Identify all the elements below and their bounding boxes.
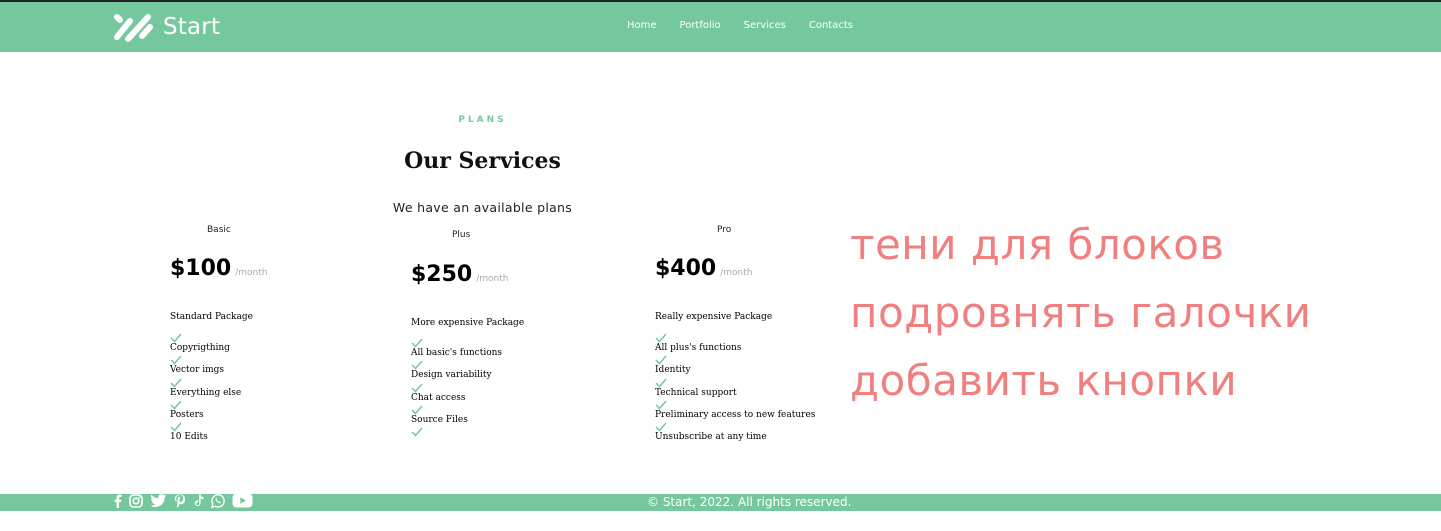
nav-services[interactable]: Services bbox=[744, 20, 786, 31]
plan-price: $100 /month bbox=[170, 256, 267, 281]
section-title: Our Services bbox=[404, 148, 561, 174]
feature-text: Posters bbox=[170, 409, 204, 420]
nav-home[interactable]: Home bbox=[627, 20, 657, 31]
pinterest-icon[interactable] bbox=[174, 493, 186, 512]
brand-name: Start bbox=[163, 14, 221, 40]
price-period: /month bbox=[720, 268, 753, 278]
feature-text: Source Files bbox=[411, 414, 468, 425]
feature-text: Technical support bbox=[655, 387, 737, 398]
logo[interactable]: Start bbox=[112, 11, 220, 43]
price-amount: $100 bbox=[170, 256, 232, 281]
check-icon bbox=[655, 333, 667, 343]
logo-icon bbox=[112, 11, 156, 43]
plan-name: Plus bbox=[452, 230, 471, 240]
check-icon bbox=[170, 422, 182, 432]
check-icon bbox=[655, 422, 667, 432]
site-header: Start Home Portfolio Services Contacts bbox=[0, 2, 1441, 52]
price-amount: $250 bbox=[411, 262, 473, 287]
feature-text: All basic's functions bbox=[411, 348, 503, 358]
check-icon bbox=[655, 355, 667, 365]
note-line: подровнять галочки bbox=[850, 288, 1312, 337]
feature-text: Design variability bbox=[411, 370, 492, 381]
price-amount: $400 bbox=[655, 256, 717, 281]
note-line: тени для блоков bbox=[850, 220, 1225, 269]
youtube-icon[interactable] bbox=[232, 493, 253, 512]
plan-price: $250 /month bbox=[411, 262, 508, 287]
feature-text: Unsubscribe at any time bbox=[655, 432, 767, 443]
feature-text: 10 Edits bbox=[170, 432, 208, 443]
feature-text: Copyrigthing bbox=[170, 343, 230, 353]
facebook-icon[interactable] bbox=[113, 493, 122, 512]
check-icon bbox=[170, 400, 182, 410]
check-icon bbox=[411, 405, 423, 415]
twitter-icon[interactable] bbox=[150, 493, 167, 512]
feature-text: Vector imgs bbox=[170, 365, 225, 376]
plan-price: $400 /month bbox=[655, 256, 752, 281]
feature-text: Preliminary access to new features bbox=[655, 409, 816, 420]
check-icon bbox=[170, 378, 182, 388]
section-subtitle: We have an available plans bbox=[392, 200, 573, 215]
check-icon bbox=[411, 360, 423, 370]
feature-text: Everything else bbox=[170, 387, 242, 398]
plan-name: Pro bbox=[717, 225, 732, 235]
check-icon bbox=[655, 400, 667, 410]
plan-package: Standard Package bbox=[170, 312, 253, 322]
plan-name: Basic bbox=[207, 225, 231, 235]
price-period: /month bbox=[476, 274, 509, 284]
check-icon bbox=[170, 355, 182, 365]
feature-text: Identity bbox=[655, 365, 691, 376]
section-eyebrow: PLANS bbox=[458, 115, 507, 125]
whatsapp-icon[interactable] bbox=[210, 493, 225, 512]
instagram-icon[interactable] bbox=[129, 493, 143, 512]
check-icon bbox=[411, 338, 423, 348]
feature-text: Chat access bbox=[411, 392, 466, 403]
nav-contacts[interactable]: Contacts bbox=[809, 20, 853, 31]
site-footer: © Start, 2022. All rights reserved. bbox=[0, 493, 1441, 512]
main-nav: Home Portfolio Services Contacts bbox=[627, 20, 876, 31]
nav-portfolio[interactable]: Portfolio bbox=[680, 20, 721, 31]
check-icon bbox=[411, 427, 423, 437]
social-links bbox=[113, 493, 260, 512]
price-period: /month bbox=[235, 268, 268, 278]
check-icon bbox=[655, 378, 667, 388]
check-icon bbox=[170, 333, 182, 343]
note-line: добавить кнопки bbox=[850, 356, 1238, 405]
plan-package: More expensive Package bbox=[411, 318, 525, 328]
plan-package: Really expensive Package bbox=[655, 312, 773, 322]
tiktok-icon[interactable] bbox=[192, 493, 204, 512]
copyright-text: © Start, 2022. All rights reserved. bbox=[647, 495, 852, 509]
check-icon bbox=[411, 383, 423, 393]
feature-text: All plus's functions bbox=[655, 343, 742, 353]
